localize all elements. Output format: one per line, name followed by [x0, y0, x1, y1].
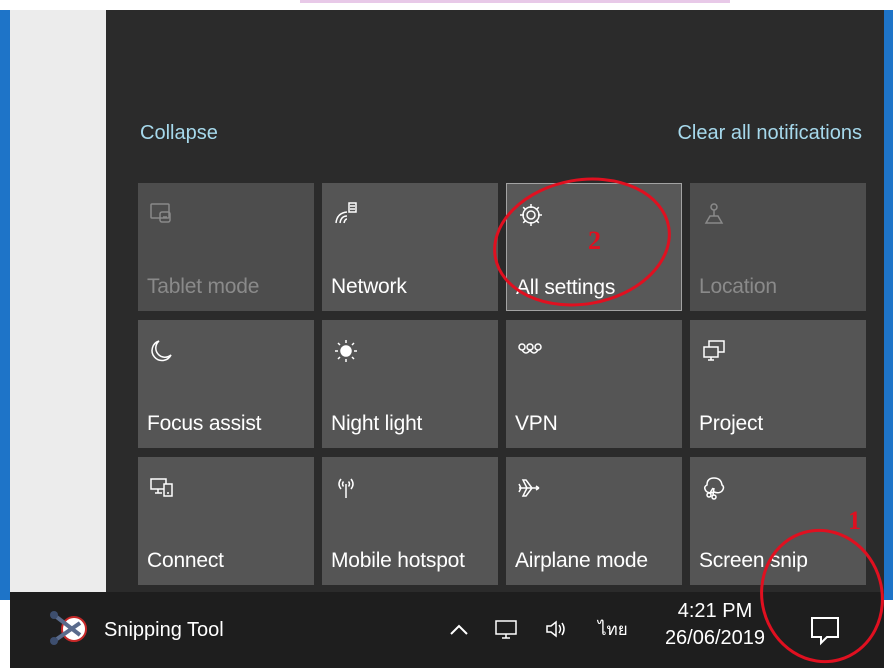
tile-network[interactable]: Network [322, 183, 498, 311]
tile-label: Night light [331, 412, 423, 435]
hotspot-icon [338, 478, 354, 498]
connect-icon [150, 478, 173, 497]
tile-label: Mobile hotspot [331, 549, 465, 572]
tile-screen-snip[interactable]: Screen snip [690, 457, 866, 585]
tile-label: Tablet mode [147, 275, 260, 298]
window-right-border [884, 10, 893, 600]
gear-icon [520, 204, 542, 226]
tile-airplane-mode[interactable]: Airplane mode [506, 457, 682, 585]
network-icon [335, 202, 357, 224]
vpn-icon [518, 343, 542, 354]
tile-label: Screen snip [699, 549, 808, 572]
taskbar: Snipping Tool ไทย 4:21 PM 26/06/2019 [10, 592, 884, 668]
tile-location[interactable]: Location [690, 183, 866, 311]
tile-night-light[interactable]: Night light [322, 320, 498, 448]
clock-time: 4:21 PM [677, 600, 753, 622]
tile-vpn[interactable]: VPN [506, 320, 682, 448]
tablet-mode-icon [150, 203, 171, 223]
network-tray-icon[interactable] [494, 618, 520, 640]
taskbar-clock[interactable]: 4:21 PM 26/06/2019 [662, 600, 768, 650]
tile-label: Airplane mode [515, 549, 648, 572]
sun-icon [335, 340, 357, 362]
chevron-up-icon[interactable] [446, 618, 472, 640]
tile-label: VPN [515, 412, 558, 435]
tile-connect[interactable]: Connect [138, 457, 314, 585]
tile-label: Project [699, 412, 763, 435]
clear-all-notifications-link[interactable]: Clear all notifications [677, 122, 862, 145]
location-icon [704, 203, 724, 224]
tile-label: Focus assist [147, 412, 262, 435]
project-icon [703, 340, 725, 361]
top-decorative-stripe [300, 0, 730, 3]
taskbar-app-label: Snipping Tool [104, 619, 224, 641]
annotation-number-2: 2 [588, 226, 601, 255]
annotation-number-1: 1 [848, 506, 861, 535]
tile-tablet-mode[interactable]: Tablet mode [138, 183, 314, 311]
notification-icon[interactable] [805, 612, 845, 648]
input-language-indicator[interactable]: ไทย [598, 616, 628, 643]
tile-label: Network [331, 275, 407, 298]
screen-snip-icon [703, 477, 725, 500]
moon-icon [151, 340, 172, 362]
window-top-frame [0, 0, 893, 10]
volume-icon[interactable] [544, 618, 570, 640]
desktop-background [10, 10, 106, 592]
window-left-border [0, 10, 10, 600]
tile-mobile-hotspot[interactable]: Mobile hotspot [322, 457, 498, 585]
tile-project[interactable]: Project [690, 320, 866, 448]
tile-label: Location [699, 275, 777, 298]
tile-focus-assist[interactable]: Focus assist [138, 320, 314, 448]
collapse-link[interactable]: Collapse [140, 122, 218, 145]
clock-date: 26/06/2019 [664, 627, 766, 649]
tile-label: All settings [516, 276, 616, 299]
snipping-tool-icon [50, 611, 87, 645]
airplane-icon [518, 479, 540, 497]
tile-label: Connect [147, 549, 224, 572]
action-center-panel: Collapse Clear all notifications Tablet … [106, 10, 884, 592]
